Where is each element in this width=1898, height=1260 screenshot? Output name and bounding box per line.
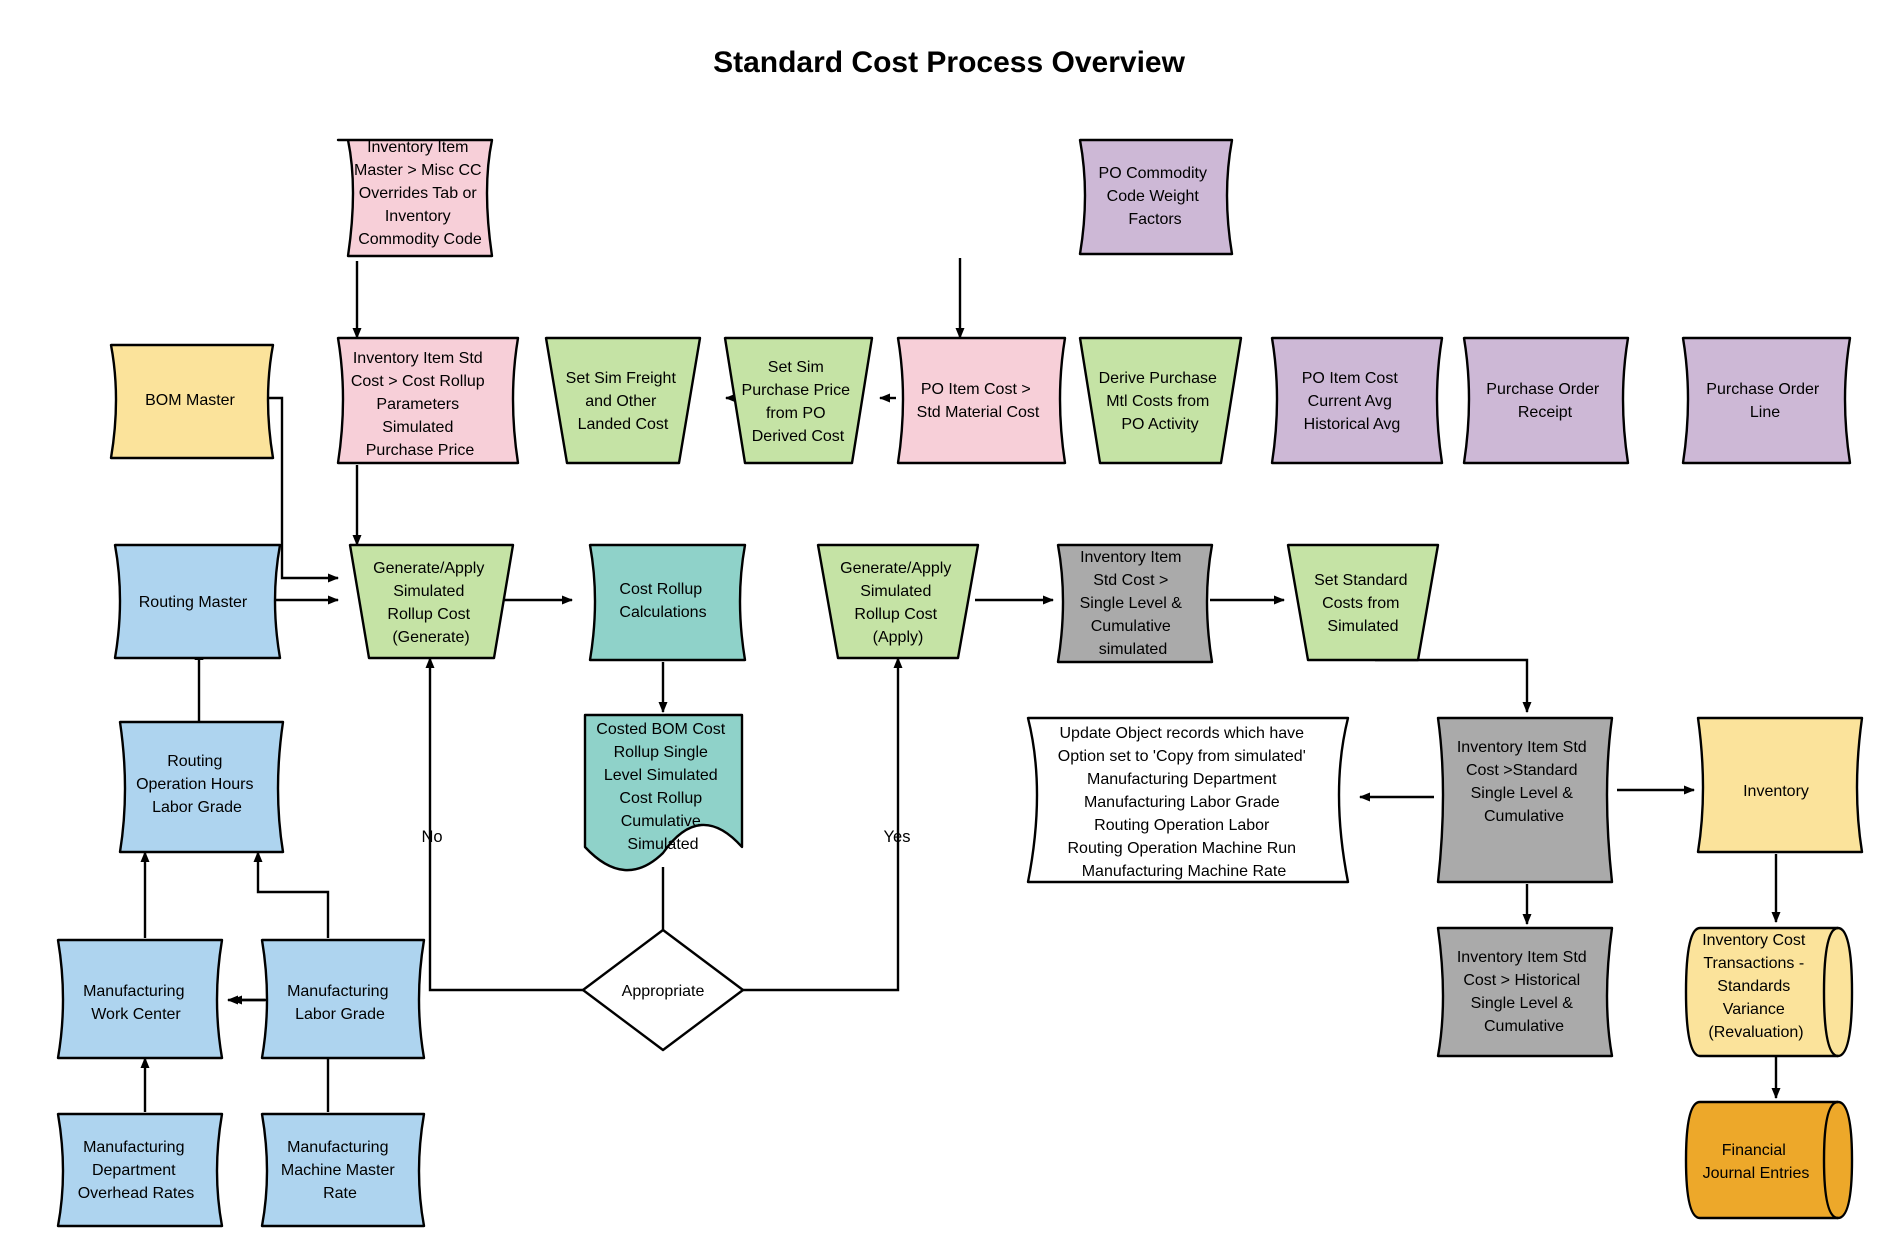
node-inv-std-cost-historical[interactable]: Inventory Item Std Cost > Historical Sin…: [1436, 926, 1614, 1058]
node-manufacturing-work-center[interactable]: Manufacturing Work Center: [56, 938, 224, 1060]
node-label: Inventory Item Master > Misc CC Override…: [354, 139, 486, 248]
node-generate-apply-generate[interactable]: Generate/Apply Simulated Rollup Cost (Ge…: [348, 543, 515, 660]
node-inv-std-cost-standard[interactable]: Inventory Item Std Cost >Standard Single…: [1436, 716, 1614, 884]
node-cost-rollup-calculations[interactable]: Cost Rollup Calculations: [588, 543, 747, 662]
node-label: Update Object records which have Option …: [1058, 725, 1310, 880]
node-inventory[interactable]: Inventory: [1696, 716, 1864, 854]
flowchart-svg: Inventory Item Master > Misc CC Override…: [56, 138, 1864, 1228]
node-manufacturing-machine-master-rate[interactable]: Manufacturing Machine Master Rate: [260, 1112, 426, 1228]
node-financial-journal-entries[interactable]: Financial Journal Entries: [1684, 1100, 1854, 1220]
node-generate-apply-apply[interactable]: Generate/Apply Simulated Rollup Cost (Ap…: [816, 543, 980, 660]
node-label: PO Item Cost Current Avg Historical Avg: [1302, 370, 1402, 433]
node-bom-master[interactable]: BOM Master: [109, 343, 275, 460]
node-manufacturing-labor-grade[interactable]: Manufacturing Labor Grade: [260, 938, 426, 1060]
node-label: Routing Master: [139, 594, 248, 611]
node-purchase-order-line[interactable]: Purchase Order Line: [1681, 336, 1852, 465]
node-update-object-records-note[interactable]: Update Object records which have Option …: [1026, 716, 1350, 884]
node-label: BOM Master: [145, 392, 235, 409]
node-routing-master[interactable]: Routing Master: [113, 543, 282, 660]
node-set-sim-freight[interactable]: Set Sim Freight and Other Landed Cost: [544, 336, 702, 465]
node-appropriate-decision[interactable]: Appropriate: [581, 928, 745, 1052]
node-po-commodity-code-weight-factors[interactable]: PO Commodity Code Weight Factors: [1078, 138, 1234, 256]
node-po-item-cost-current-avg[interactable]: PO Item Cost Current Avg Historical Avg: [1270, 336, 1444, 465]
node-label: Set Standard Costs from Simulated: [1314, 572, 1412, 635]
node-label: Manufacturing Department Overhead Rates: [78, 1139, 195, 1202]
node-label: Appropriate: [622, 983, 705, 1000]
node-inventory-cost-transactions[interactable]: Inventory Cost Transactions - Standards …: [1684, 926, 1854, 1058]
node-inventory-item-master[interactable]: Inventory Item Master > Misc CC Override…: [336, 138, 494, 258]
node-costed-bom[interactable]: Costed BOM Cost Rollup Single Level Simu…: [583, 713, 744, 872]
node-purchase-order-receipt[interactable]: Purchase Order Receipt: [1462, 336, 1630, 465]
edge-label-no: No: [421, 828, 442, 846]
node-set-standard-costs-from-simulated[interactable]: Set Standard Costs from Simulated: [1286, 543, 1440, 662]
node-routing-operation-hours-labor-grade[interactable]: Routing Operation Hours Labor Grade: [118, 720, 285, 854]
node-manufacturing-department-overhead-rates[interactable]: Manufacturing Department Overhead Rates: [56, 1112, 224, 1228]
node-inv-std-cost-single-level-simulated[interactable]: Inventory Item Std Cost > Single Level &…: [1056, 543, 1214, 664]
node-po-item-cost-std-material[interactable]: PO Item Cost > Std Material Cost: [896, 336, 1067, 465]
edge-appropriate-yes-to-apply: [741, 657, 903, 992]
node-label: Inventory Cost Transactions - Standards …: [1702, 932, 1810, 1041]
edge-appropriate-no-to-generate: [425, 657, 585, 992]
diagram-canvas: Standard Cost Process Overview Inventory…: [0, 0, 1898, 1260]
node-derive-purchase-mtl-costs[interactable]: Derive Purchase Mtl Costs from PO Activi…: [1078, 336, 1243, 465]
node-set-sim-purchase-price[interactable]: Set Sim Purchase Price from PO Derived C…: [723, 336, 874, 465]
edge-setstandard-to-stdcoststandard: [1375, 658, 1532, 713]
edge-laborgrade-to-routingophours: [253, 851, 330, 938]
node-label: Inventory: [1743, 783, 1809, 800]
node-inventory-item-std-cost-params[interactable]: Inventory Item Std Cost > Cost Rollup Pa…: [336, 336, 520, 465]
edge-label-yes: Yes: [884, 828, 911, 846]
